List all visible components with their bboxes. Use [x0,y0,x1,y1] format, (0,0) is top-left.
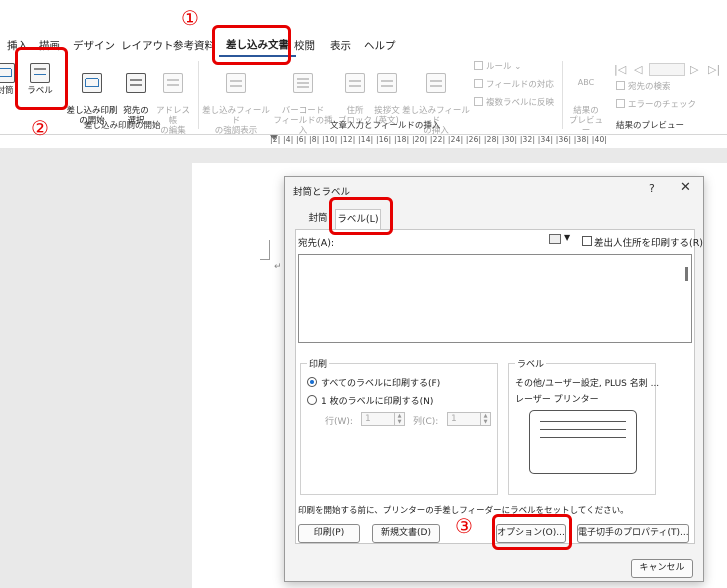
envelope-icon [0,63,15,83]
preview-icon: ABC [577,78,595,87]
address-label: 宛先(A): [298,238,335,249]
print-group: 印刷 すべてのラベルに印刷する(F) 1 枚のラベルに印刷する(N) 行(W):… [300,357,498,495]
barcode-field-button[interactable]: バーコード フィールドの挿入 [272,63,334,136]
check-errors-label: エラーのチェック [628,100,697,110]
check-errors-button[interactable]: エラーのチェック [616,99,696,112]
highlight-fields-button[interactable]: 差し込みフィールド の強調表示 [200,63,272,136]
print-all-radio[interactable] [307,377,317,387]
tab-help[interactable]: ヘルプ [357,36,403,56]
find-recipient-button[interactable]: 宛先の検索 [616,81,671,94]
label-preview[interactable] [529,410,637,474]
mail-merge-icon [82,73,102,93]
scrollbar-thumb[interactable] [685,267,688,281]
horizontal-ruler[interactable]: |2| |4| |6| |8| |10| |12| |14| |16| |18|… [190,135,727,147]
postage-properties-button[interactable]: 電子切手のプロパティ(T)... [577,524,689,543]
address-book-icon[interactable] [549,234,561,244]
row-spinner[interactable]: 1 ▲ ▼ [361,412,405,426]
print-single-radio[interactable] [307,395,317,405]
spinner-arrows-icon[interactable]: ▲ ▼ [480,413,490,425]
merge-field-icon [426,73,446,93]
printer-type: レーザー プリンター [515,395,599,405]
print-group-title: 印刷 [307,357,330,370]
column-spinner[interactable]: 1 ▲ ▼ [447,412,491,426]
find-recipient-icon [616,81,625,90]
match-fields-icon [474,79,483,88]
step-3-marker: ③ [455,514,473,538]
first-record-icon[interactable]: |◁ [614,63,626,76]
group-separator [198,61,199,129]
cancel-button[interactable]: キャンセル [631,559,693,578]
close-button[interactable]: ✕ [680,180,691,195]
print-button[interactable]: 印刷(P) [298,524,360,543]
labels-tab-panel: 宛先(A): ▼ 差出人住所を印刷する(R) 印刷 すべてのラベルに印刷する(F… [295,229,703,544]
help-button[interactable]: ? [649,182,655,195]
start-mail-merge-button[interactable]: 差し込み印刷 の開始 [66,63,118,126]
return-address-label: 差出人住所を印刷する(R) [594,238,704,249]
rules-label: ルール [486,62,512,72]
step-2-marker: ② [31,116,49,140]
update-labels-button[interactable]: 複数ラベルに反映 [474,97,554,110]
print-all-label: すべてのラベルに印刷する(F) [321,379,441,389]
spinner-arrows-icon[interactable]: ▲ ▼ [394,413,404,425]
check-errors-icon [616,99,625,108]
recipients-icon [126,73,146,93]
update-labels-label: 複数ラベルに反映 [486,98,555,108]
address-block-icon [345,73,365,93]
highlight-labels-tab [329,197,393,235]
ruler-ticks: |2| |4| |6| |8| |10| |12| |14| |16| |18|… [270,135,608,144]
row-value: 1 [365,414,371,424]
highlight-fields-label: 差し込みフィールド の強調表示 [202,106,270,136]
label-group[interactable]: ラベル その他/ユーザー設定, PLUS 名刺 ... レーザー プリンター [508,357,660,495]
paragraph-mark: ↵ [274,262,282,272]
address-book-icon [163,73,183,93]
print-single-label: 1 枚のラベルに印刷する(N) [321,397,434,407]
match-fields-button[interactable]: フィールドの対応 [474,79,554,92]
group-label-insert-fields: 文章入力とフィールドの挿入 [330,121,441,131]
barcode-field-label: バーコード フィールドの挿入 [273,106,333,136]
new-document-button[interactable]: 新規文書(D) [372,524,440,543]
edit-address-book-label: アドレス帳 の編集 [155,106,190,136]
previous-record-icon[interactable]: ◁ [634,63,642,76]
preview-results-label: 結果の プレビュー [568,106,603,136]
find-recipient-label: 宛先の検索 [628,82,671,92]
ribbon-tabs: 挿入 描画 デザイン レイアウト 参考資料 差し込み文書 校閲 表示 ヘルプ [0,36,727,57]
highlight-options-button [492,514,572,550]
step-1-marker: ① [181,6,199,30]
ribbon: 封筒 ラベル 差し込み印刷 の開始 宛先の 選択 アドレス帳 の編集 差し込みフ… [0,57,727,136]
rules-icon [474,61,483,70]
last-record-icon[interactable]: ▷| [708,63,720,76]
record-number-input[interactable] [649,63,685,76]
group-label-start-merge: 差し込み印刷の開始 [84,121,161,131]
tab-view[interactable]: 表示 [323,36,358,56]
address-textarea[interactable] [298,254,692,343]
next-record-icon[interactable]: ▷ [690,63,698,76]
select-recipients-button[interactable]: 宛先の 選択 [118,63,154,126]
return-address-checkbox[interactable] [582,236,592,246]
column-label: 列(C): [413,417,439,427]
label-product-name: その他/ユーザー設定, PLUS 名刺 ... [515,379,660,389]
chevron-down-icon[interactable]: ▼ [564,233,570,242]
label-group-title: ラベル [515,357,547,370]
group-label-preview: 結果のプレビュー [616,121,685,131]
address-block-button[interactable]: 住所 ブロック [338,63,372,126]
update-labels-icon [474,97,483,106]
envelope-button[interactable]: 封筒 [0,63,16,96]
greeting-line-button[interactable]: 挨拶文 (英文) [370,63,404,126]
row-label: 行(W): [325,417,353,427]
highlight-mailings-tab [212,25,291,65]
match-fields-label: フィールドの対応 [486,80,554,90]
column-value: 1 [451,414,457,424]
highlight-icon [226,73,246,93]
margin-corner-mark [260,240,270,260]
rules-button[interactable]: ルール ⌄ [474,61,521,74]
tab-review[interactable]: 校閲 [287,36,322,56]
dialog-title: 封筒とラベル [293,187,351,198]
barcode-icon [293,73,313,93]
highlight-label-button [15,47,68,110]
envelope-button-label: 封筒 [0,86,14,96]
greeting-icon [377,73,397,93]
preview-results-button[interactable]: ABC 結果の プレビュー [566,63,606,136]
group-separator [562,61,563,129]
